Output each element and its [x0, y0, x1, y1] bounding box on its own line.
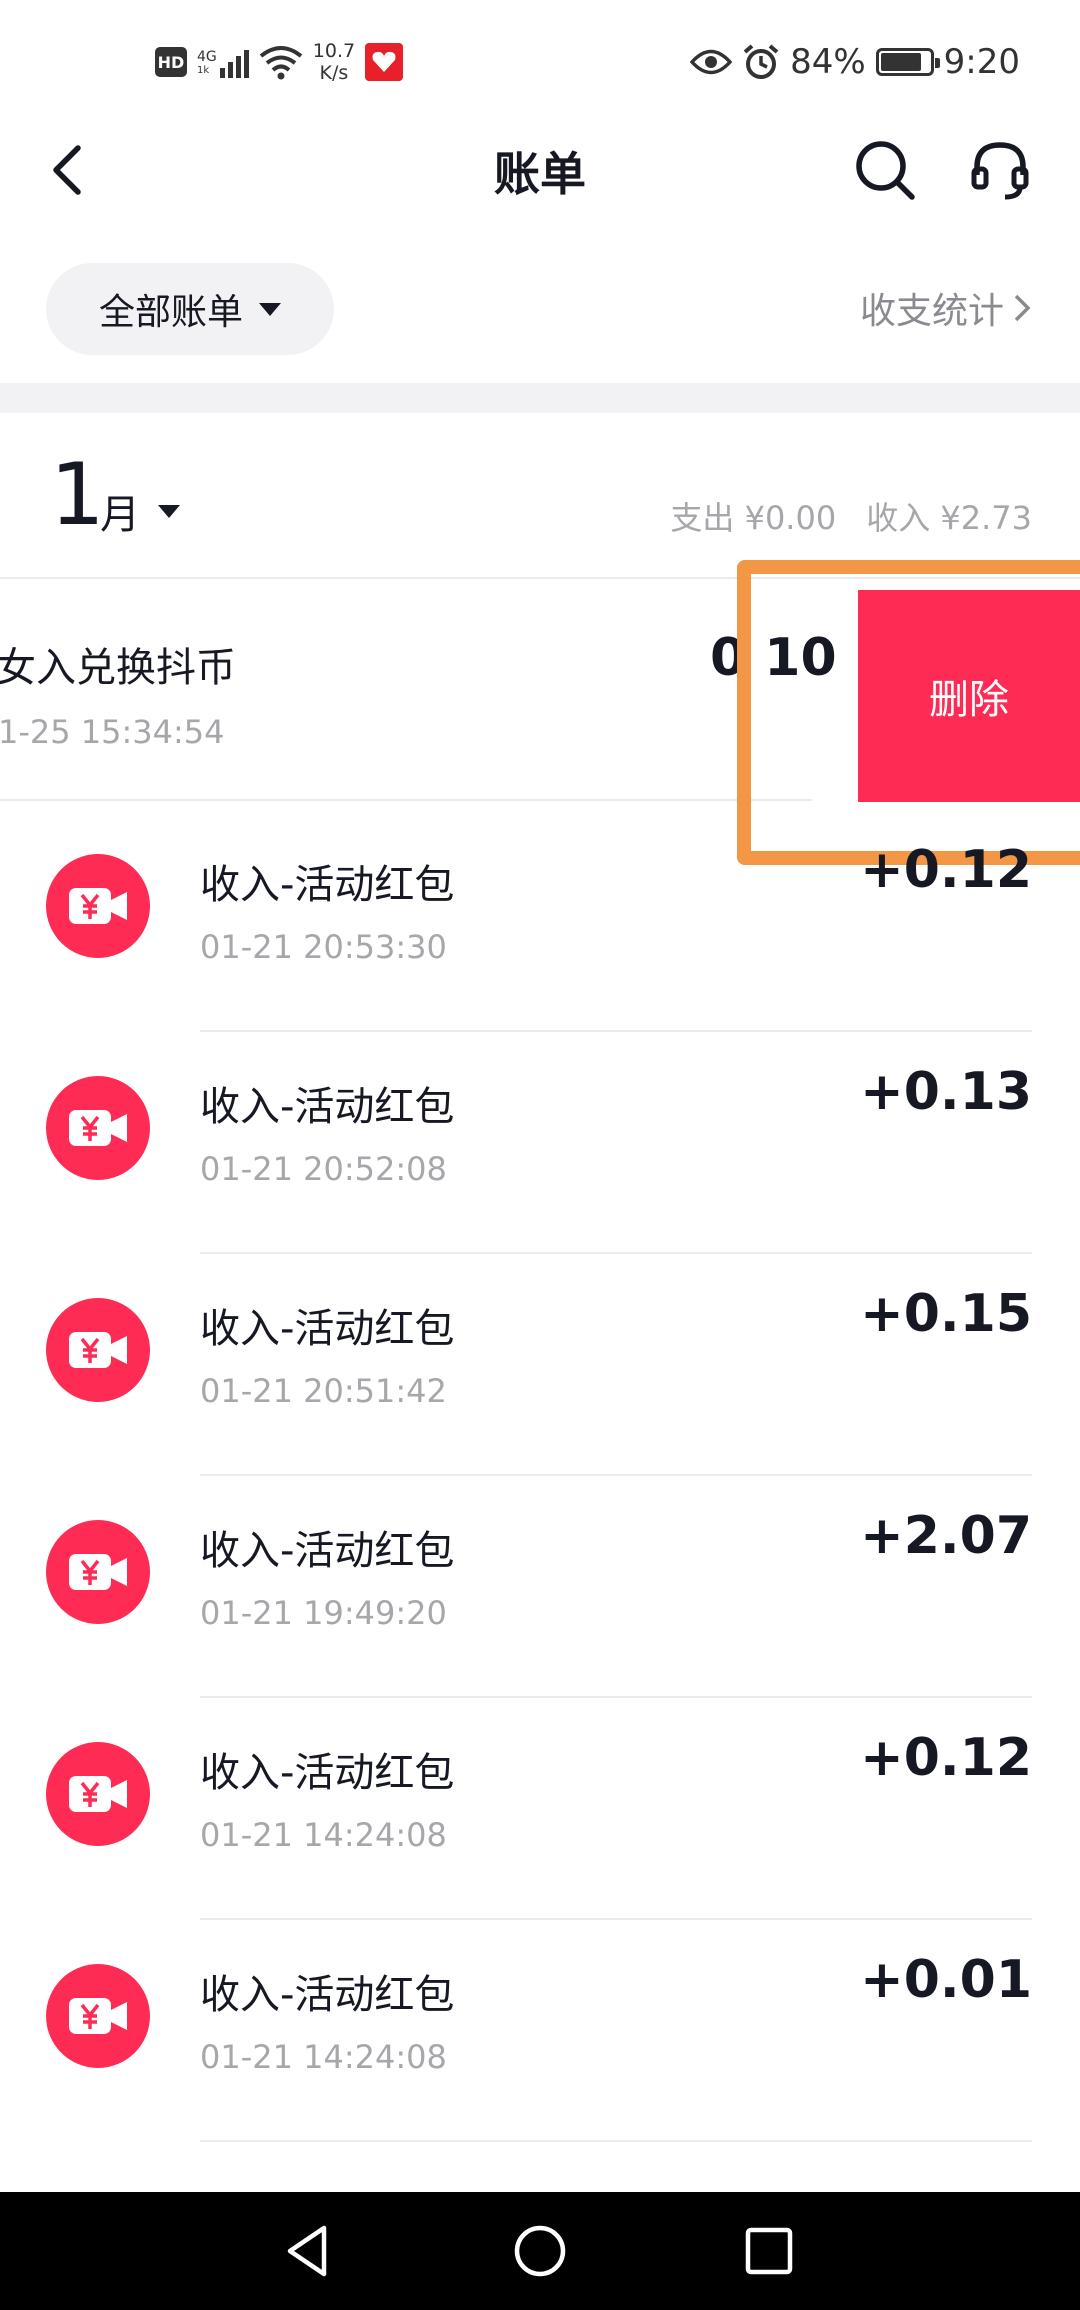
transaction-time: 01-21 14:24:08: [200, 2038, 447, 2076]
transaction-time: 01-21 14:24:08: [200, 1816, 447, 1854]
transaction-amount: +0.01: [860, 1950, 1032, 2010]
month-number[interactable]: 1: [50, 445, 105, 545]
transaction-amount: +0.13: [860, 1062, 1032, 1122]
alarm-icon: [743, 44, 779, 79]
transaction-amount: +0.12: [860, 840, 1032, 900]
status-left-group: HD 4G 1k 10.7 K/s: [155, 30, 404, 94]
transaction-title: 收入-活动红包: [200, 1306, 455, 1352]
transaction-row[interactable]: 收入-活动红包 01-21 19:49:20 +2.07: [0, 1476, 1080, 1698]
transaction-divider: [200, 2140, 1032, 2142]
wifi-icon: [259, 46, 303, 80]
nav-back-icon[interactable]: [274, 2216, 344, 2286]
clock: 9:20: [943, 42, 1020, 82]
red-packet-icon: [46, 1964, 150, 2068]
stats-link-label: 收支统计: [859, 291, 1004, 332]
transaction-title: 收入-活动红包: [200, 1084, 455, 1130]
hd-badge: HD: [155, 47, 187, 77]
transaction-row[interactable]: 收入-活动红包 01-21 20:53:30 +0.12: [0, 810, 1080, 1032]
cellular-signal-icon: 4G 1k: [197, 46, 249, 78]
system-navigation-bar: [0, 2192, 1080, 2310]
battery-percent: 84%: [790, 42, 866, 82]
section-divider-band: [0, 383, 1080, 413]
search-icon[interactable]: [850, 135, 920, 205]
network-speed: 10.7 K/s: [312, 40, 356, 84]
chevron-right-icon: [1014, 294, 1031, 322]
income-total: 收入 ¥2.73: [866, 499, 1032, 537]
bill-filter-dropdown[interactable]: 全部账单: [46, 263, 334, 355]
transaction-time: 01-21 19:49:20: [200, 1594, 447, 1632]
month-summary: 支出 ¥0.00 收入 ¥2.73: [670, 493, 1032, 539]
eye-comfort-icon: [690, 49, 733, 75]
transaction-row[interactable]: 收入-活动红包 01-21 20:51:42 +0.15: [0, 1254, 1080, 1476]
transaction-title: 收入-活动红包: [200, 1972, 455, 2018]
app-notification-icon: [365, 43, 404, 81]
month-caret-down-icon: [158, 504, 180, 518]
transaction-amount: +0.12: [860, 1728, 1032, 1788]
customer-service-icon[interactable]: [965, 135, 1035, 205]
transaction-row[interactable]: 收入-活动红包 01-21 14:24:08 +0.12: [0, 1698, 1080, 1920]
network-sub: 1k: [197, 65, 210, 76]
month-selector[interactable]: 月: [100, 482, 180, 540]
swiped-transaction-time: 1-25 15:34:54: [0, 713, 225, 751]
red-packet-icon: [46, 1076, 150, 1180]
transaction-title: 收入-活动红包: [200, 1528, 455, 1574]
red-packet-icon: [46, 1742, 150, 1846]
month-unit-label: 月: [100, 492, 140, 538]
red-packet-icon: [46, 854, 150, 958]
caret-down-icon: [259, 302, 281, 316]
transaction-row[interactable]: 收入-活动红包 01-21 14:24:08 +0.01: [0, 1920, 1080, 2142]
transaction-title: 收入-活动红包: [200, 1750, 455, 1796]
red-packet-icon: [46, 1520, 150, 1624]
nav-home-icon[interactable]: [505, 2216, 575, 2286]
swiped-row-divider: [0, 799, 812, 801]
transaction-amount: +2.07: [860, 1506, 1032, 1566]
red-packet-icon: [46, 1298, 150, 1402]
bill-filter-label: 全部账单: [98, 292, 243, 333]
income-expense-stats-link[interactable]: 收支统计: [860, 282, 1032, 334]
battery-icon: [875, 48, 940, 76]
transaction-time: 01-21 20:51:42: [200, 1372, 447, 1410]
nav-recents-icon[interactable]: [734, 2216, 804, 2286]
status-bar: HD 4G 1k 10.7 K/s 84% 9:20: [0, 0, 1080, 125]
expense-total: 支出 ¥0.00: [670, 499, 837, 537]
transaction-amount: +0.15: [860, 1284, 1032, 1344]
status-right-group: 84% 9:20: [690, 36, 1020, 88]
transaction-title: 收入-活动红包: [200, 862, 455, 908]
transaction-time: 01-21 20:53:30: [200, 928, 447, 966]
swiped-transaction-title: 女入兑换抖币: [0, 645, 236, 691]
network-type: 4G: [197, 49, 217, 65]
transaction-time: 01-21 20:52:08: [200, 1150, 447, 1188]
header: 账单: [0, 120, 1080, 220]
transaction-row[interactable]: 收入-活动红包 01-21 20:52:08 +0.13: [0, 1032, 1080, 1254]
